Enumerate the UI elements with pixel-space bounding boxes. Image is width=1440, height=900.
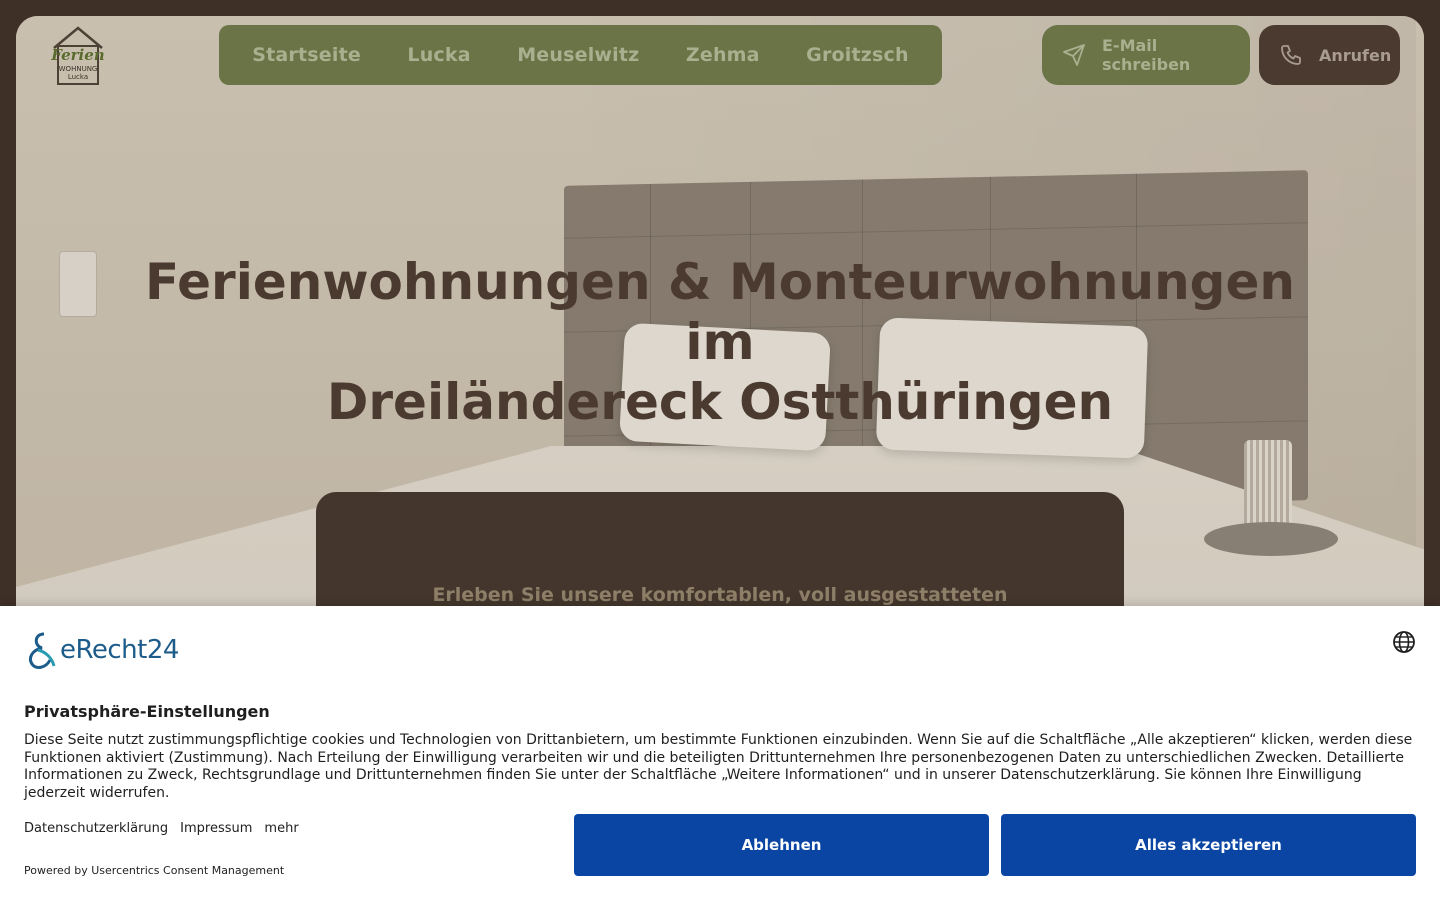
imprint-link[interactable]: Impressum [180,821,252,836]
erecht24-mark-icon [28,632,56,669]
nav-item-lucka[interactable]: Lucka [407,44,470,66]
nav-item-zehma[interactable]: Zehma [686,44,760,66]
consent-title: Privatsphäre-Einstellungen [24,702,270,721]
hero-title-line: Ferienwohnungen & Monteurwohnungen [145,253,1295,311]
phone-icon [1281,45,1301,65]
email-button-label: E-Mail schreiben [1102,36,1191,74]
call-button-label: Anrufen [1319,45,1392,65]
hero-subtitle: Erleben Sie unsere komfortablen, voll au… [432,584,1008,606]
more-link[interactable]: mehr [264,821,298,836]
consent-description: Diese Seite nutzt zustimmungspflichtige … [24,732,1413,801]
consent-links: Datenschutzerklärung Impressum mehr [24,821,299,836]
cookie-consent-banner: eRecht24 Privatsphäre-Einstellungen Dies… [0,606,1440,900]
nav-item-meuselwitz[interactable]: Meuselwitz [517,44,639,66]
decline-button[interactable]: Ablehnen [574,814,989,876]
privacy-policy-link[interactable]: Datenschutzerklärung [24,821,168,836]
svg-text:Ferien: Ferien [50,46,104,64]
email-button[interactable]: E-Mail schreiben [1042,25,1250,85]
accept-all-button[interactable]: Alles akzeptieren [1001,814,1416,876]
erecht24-logo: eRecht24 [24,630,179,670]
powered-by-text: Powered by Usercentrics Consent Manageme… [24,864,285,877]
nav-item-startseite[interactable]: Startseite [252,44,361,66]
call-button[interactable]: Anrufen [1259,25,1400,85]
svg-text:Lucka: Lucka [68,73,88,81]
hero-title: Ferienwohnungen & Monteurwohnungen im Dr… [16,252,1424,432]
nav-item-groitzsch[interactable]: Groitzsch [806,44,909,66]
site-logo[interactable]: Ferien WOHNUNG Lucka [48,24,108,88]
svg-text:WOHNUNG: WOHNUNG [59,65,98,73]
main-navigation: Startseite Lucka Meuselwitz Zehma Groitz… [219,25,942,85]
globe-icon[interactable] [1392,630,1416,654]
hero-title-line: im [685,313,755,371]
send-icon [1063,44,1085,66]
erecht24-brand-text: eRecht24 [60,635,179,665]
hero-title-line: Dreiländereck Ostthüringen [326,373,1114,431]
